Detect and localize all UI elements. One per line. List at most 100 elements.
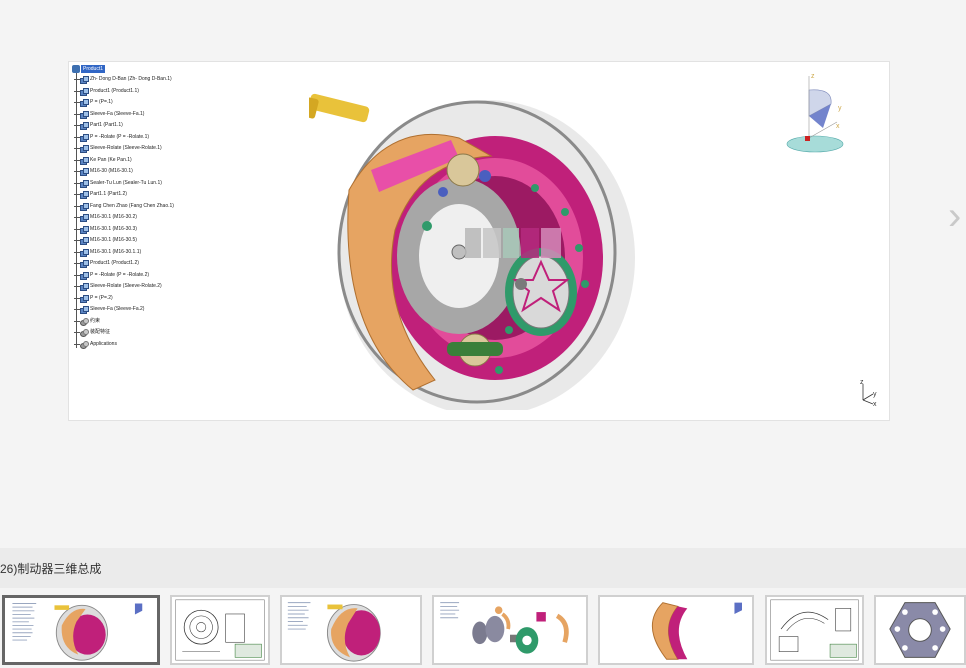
caption-bar: 26)制动器三维总成: [0, 548, 966, 588]
thumbnail-4[interactable]: [432, 595, 588, 665]
thumbnail-assembly-image: [284, 597, 418, 663]
compass-z: z: [860, 379, 864, 386]
part-icon: [80, 110, 89, 119]
tree-item-label: Sealer-Tu Lun (Sealer-Tu Lun.1): [90, 179, 162, 186]
tree-item[interactable]: M16-30.1 (M16-30.1.1): [72, 247, 252, 259]
thumbnail-drawing-image: [172, 597, 268, 663]
part-icon: [80, 168, 89, 176]
tree-item-label: Sleeve-Fa (Sleeve-Fa.2): [90, 306, 145, 312]
tree-item-label: Part1 (Part1.1): [90, 122, 123, 128]
part-icon: [80, 260, 89, 268]
tree-item[interactable]: Sleeve-Rolate (Sleeve-Rolate.2): [72, 281, 252, 293]
part-icon: [80, 294, 89, 303]
tree-item[interactable]: Applications: [72, 339, 252, 351]
tree-item[interactable]: Product1 (Product1.2): [72, 258, 252, 270]
orientation-widget: z y x: [786, 73, 844, 153]
part-icon: [80, 248, 89, 257]
tree-item[interactable]: Part1 (Part1.1): [72, 120, 252, 132]
thumbnail-assembly-image: [8, 598, 154, 662]
tree-item[interactable]: Sleeve-Rolate (Sleeve-Rolate.1): [72, 143, 252, 155]
part-icon: [80, 214, 89, 222]
tree-item-label: P = -Rolate (P = -Rolate.1): [90, 133, 150, 140]
tree-item-label: M16-30.1 (M16-30.3): [90, 225, 137, 232]
tree-item-label: Ke Pan (Ke Pan.1): [90, 156, 132, 163]
tree-item-label: P = (P=.1): [90, 99, 113, 105]
part-icon: [80, 237, 89, 245]
tree-item-label: M16-30.1 (M16-30.1.1): [90, 248, 142, 255]
tree-item-label: Fang Chen Zhao (Fang Chen Zhao.1): [90, 202, 174, 209]
widget-axis-x: x: [836, 123, 840, 130]
thumbnail-strip: [0, 588, 966, 668]
part-icon: [80, 99, 89, 107]
tree-root: Product1: [72, 65, 252, 74]
part-icon: [80, 156, 89, 165]
tree-item-label: Zh- Dong D-Ban (Zh- Dong D-Ban.1): [90, 76, 172, 82]
part-icon: [80, 225, 89, 234]
tree-item-label: M16-30 (M16-30.1): [90, 168, 133, 174]
tree-item[interactable]: Ke Pan (Ke Pan.1): [72, 155, 252, 167]
compass-y: y: [873, 391, 877, 398]
part-icon: [80, 329, 89, 337]
part-icon: [80, 306, 89, 314]
thumbnail-7[interactable]: [874, 595, 966, 665]
tree-item-label: Sleeve-Fa (Sleeve-Fa.1): [90, 110, 145, 117]
tree-item[interactable]: Sleeve-Fa (Sleeve-Fa.2): [72, 304, 252, 316]
part-icon: [80, 340, 89, 349]
tree-item-label: Sleeve-Rolate (Sleeve-Rolate.1): [90, 145, 162, 151]
thumbnail-1[interactable]: [2, 595, 160, 665]
tree-item-label: Part1.1 (Part1.2): [90, 191, 127, 197]
part-icon: [80, 283, 89, 291]
tree-item[interactable]: P = -Rolate (P = -Rolate.2): [72, 270, 252, 282]
compass-x: x: [873, 401, 877, 406]
tree-item[interactable]: Fang Chen Zhao (Fang Chen Zhao.1): [72, 201, 252, 213]
thumbnail-exploded-image: [436, 597, 584, 663]
tree-item-label: Product1 (Product1.2): [90, 260, 139, 266]
tree-item[interactable]: M16-30.1 (M16-30.5): [72, 235, 252, 247]
tree-item-label: M16-30.1 (M16-30.2): [90, 214, 137, 220]
part-icon: [80, 191, 89, 199]
tree-item-label: 装配特征: [90, 329, 111, 335]
tree-item[interactable]: 约束: [72, 316, 252, 328]
tree-item[interactable]: P = (P=.2): [72, 293, 252, 305]
tree-item[interactable]: P = -Rolate (P = -Rolate.1): [72, 132, 252, 144]
tree-item-label: P = (P=.2): [90, 294, 113, 301]
next-arrow-icon[interactable]: ›: [948, 196, 966, 236]
tree-item[interactable]: Sealer-Tu Lun (Sealer-Tu Lun.1): [72, 178, 252, 190]
tree-item-label: Product1 (Product1.1): [90, 87, 139, 94]
thumbnail-drawing-image: [767, 597, 862, 663]
brake-assembly-render: [309, 93, 635, 410]
tree-item-label: P = -Rolate (P = -Rolate.2): [90, 271, 150, 278]
tree-item-label: Applications: [90, 340, 117, 347]
tree-item[interactable]: Sleeve-Fa (Sleeve-Fa.1): [72, 109, 252, 121]
tree-item[interactable]: Zh- Dong D-Ban (Zh- Dong D-Ban.1): [72, 74, 252, 86]
widget-axis-z: z: [811, 73, 815, 80]
part-icon: [80, 87, 89, 96]
tree-item-label: Sleeve-Rolate (Sleeve-Rolate.2): [90, 283, 162, 289]
thumbnail-6[interactable]: [765, 595, 864, 665]
part-icon: [80, 271, 89, 280]
tree-item[interactable]: Product1 (Product1.1): [72, 86, 252, 98]
thumbnail-5[interactable]: [598, 595, 754, 665]
part-icon: [80, 179, 89, 188]
tree-item[interactable]: M16-30.1 (M16-30.2): [72, 212, 252, 224]
main-image[interactable]: Product1 Zh- Dong D-Ban (Zh- Dong D-Ban.…: [68, 61, 890, 421]
thumbnail-3[interactable]: [280, 595, 422, 665]
tree-item[interactable]: M16-30 (M16-30.1): [72, 166, 252, 178]
thumbnail-brake-shoe-image: [602, 597, 750, 663]
thumbnail-2[interactable]: [170, 595, 270, 665]
tree-item[interactable]: M16-30.1 (M16-30.3): [72, 224, 252, 236]
image-caption: 26)制动器三维总成: [0, 562, 102, 576]
part-icon: [80, 202, 89, 211]
tree-item[interactable]: Part1.1 (Part1.2): [72, 189, 252, 201]
image-viewer: Product1 Zh- Dong D-Ban (Zh- Dong D-Ban.…: [0, 0, 966, 548]
part-icon: [80, 133, 89, 142]
axis-compass-icon: z y x: [860, 379, 877, 406]
tree-item-label: M16-30.1 (M16-30.5): [90, 237, 137, 243]
tree-item[interactable]: P = (P=.1): [72, 97, 252, 109]
widget-axis-y: y: [838, 105, 842, 112]
part-icon: [80, 76, 89, 84]
part-icon: [80, 122, 89, 130]
thumbnail-plate-image: [876, 597, 964, 663]
tree-item[interactable]: 装配特征: [72, 327, 252, 339]
tree-root-label: Product1: [81, 65, 106, 73]
